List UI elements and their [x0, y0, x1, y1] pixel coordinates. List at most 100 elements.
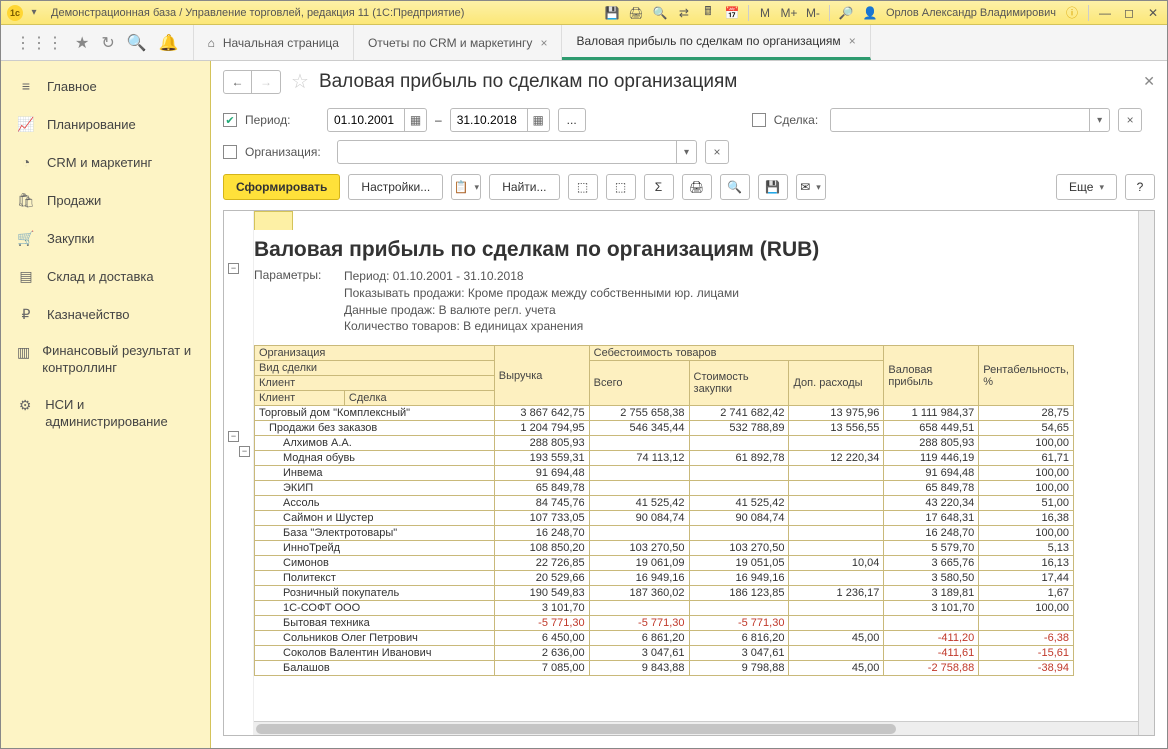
- table-row[interactable]: Торговый дом "Комплексный"3 867 642,752 …: [255, 406, 1074, 421]
- table-row[interactable]: Алхимов А.А.288 805,93288 805,93100,00: [255, 436, 1074, 451]
- tab-home[interactable]: ⌂ Начальная страница: [194, 25, 354, 60]
- find-button[interactable]: Найти...: [489, 174, 559, 200]
- memory-mplus-icon[interactable]: M+: [781, 5, 797, 21]
- page-close-icon[interactable]: ✕: [1143, 73, 1155, 90]
- deal-input[interactable]: [831, 113, 1089, 127]
- table-row[interactable]: Инвема91 694,4891 694,48100,00: [255, 466, 1074, 481]
- tab-gross-profit[interactable]: Валовая прибыль по сделкам по организаци…: [562, 25, 870, 60]
- vertical-scrollbar[interactable]: [1138, 211, 1154, 735]
- table-row[interactable]: База "Электротовары"16 248,7016 248,7010…: [255, 526, 1074, 541]
- close-window-icon[interactable]: ✕: [1145, 5, 1161, 21]
- sidebar-item[interactable]: ₽Казначейство: [1, 295, 210, 333]
- expand-button[interactable]: ⬚: [568, 174, 598, 200]
- favorite-star-icon[interactable]: ☆: [291, 69, 309, 94]
- org-input[interactable]: [338, 145, 676, 159]
- print-icon[interactable]: 🖨: [628, 5, 644, 21]
- period-checkbox[interactable]: ✔: [223, 113, 237, 127]
- nav-forward-button[interactable]: →: [252, 71, 280, 93]
- collapse-node-icon[interactable]: −: [228, 431, 239, 442]
- close-icon[interactable]: ×: [849, 34, 856, 48]
- scrollbar-thumb[interactable]: [256, 724, 896, 734]
- search-icon[interactable]: 🔍: [127, 33, 147, 53]
- table-row[interactable]: Сольников Олег Петрович6 450,006 861,206…: [255, 631, 1074, 646]
- close-icon[interactable]: ×: [540, 36, 547, 50]
- calendar-icon[interactable]: ▦: [527, 109, 549, 131]
- calculator-icon[interactable]: 🖩: [700, 5, 716, 21]
- favorites-star-icon[interactable]: ★: [75, 33, 89, 53]
- chevron-down-icon[interactable]: ▾: [676, 141, 696, 163]
- info-icon[interactable]: ⓘ: [1064, 5, 1080, 21]
- more-button[interactable]: Еще▾: [1056, 174, 1117, 200]
- sidebar-item[interactable]: 📈Планирование: [1, 105, 210, 143]
- generate-button[interactable]: Сформировать: [223, 174, 340, 200]
- collapse-node-icon[interactable]: −: [228, 263, 239, 274]
- table-row[interactable]: Бытовая техника-5 771,30-5 771,30-5 771,…: [255, 616, 1074, 631]
- save-report-button[interactable]: 💾: [758, 174, 788, 200]
- org-clear-button[interactable]: ×: [705, 140, 729, 164]
- table-row[interactable]: Ассоль84 745,7641 525,4241 525,4243 220,…: [255, 496, 1074, 511]
- date-from-input[interactable]: [328, 113, 404, 127]
- collapse-node-icon[interactable]: −: [239, 446, 250, 457]
- deal-field[interactable]: ▾: [830, 108, 1110, 132]
- sidebar-item[interactable]: 🛒Закупки: [1, 219, 210, 257]
- table-row[interactable]: ИнноТрейд108 850,20103 270,50103 270,505…: [255, 541, 1074, 556]
- tab-crm-reports[interactable]: Отчеты по CRM и маркетингу ×: [354, 25, 563, 60]
- table-row[interactable]: Симонов22 726,8519 061,0919 051,0510,043…: [255, 556, 1074, 571]
- calendar-icon[interactable]: ▦: [404, 109, 426, 131]
- sidebar-item[interactable]: ▤Склад и доставка: [1, 257, 210, 295]
- current-user[interactable]: Орлов Александр Владимирович: [886, 7, 1056, 19]
- org-field[interactable]: ▾: [337, 140, 697, 164]
- chevron-down-icon[interactable]: ▾: [1089, 109, 1109, 131]
- report-sheet-tab[interactable]: [254, 211, 293, 230]
- cell-gross: 43 220,34: [884, 496, 979, 511]
- deal-checkbox[interactable]: ✔: [752, 113, 766, 127]
- table-row[interactable]: Продажи без заказов1 204 794,95546 345,4…: [255, 421, 1074, 436]
- table-row[interactable]: Розничный покупатель190 549,83187 360,02…: [255, 586, 1074, 601]
- date-to-input[interactable]: [451, 113, 527, 127]
- preview-button[interactable]: 🔍: [720, 174, 750, 200]
- sidebar-item[interactable]: ⚙НСИ и администрирование: [1, 387, 210, 441]
- table-row[interactable]: Саймон и Шустер107 733,0590 084,7490 084…: [255, 511, 1074, 526]
- compare-icon[interactable]: ⇄: [676, 5, 692, 21]
- table-row[interactable]: Политекст20 529,6616 949,1616 949,163 58…: [255, 571, 1074, 586]
- app-menu-dropdown-icon[interactable]: ▾: [27, 6, 41, 20]
- table-row[interactable]: ЭКИП65 849,7865 849,78100,00: [255, 481, 1074, 496]
- sidebar-label: Казначейство: [47, 307, 129, 322]
- period-picker-button[interactable]: ...: [558, 108, 586, 132]
- email-button[interactable]: ✉▾: [796, 174, 826, 200]
- settings-button[interactable]: Настройки...: [348, 174, 443, 200]
- sidebar-item[interactable]: ▥Финансовый результат и контроллинг: [1, 333, 210, 387]
- history-icon[interactable]: ↻: [101, 33, 114, 53]
- cell-gross: 288 805,93: [884, 436, 979, 451]
- variants-button[interactable]: 📋▾: [451, 174, 481, 200]
- memory-mminus-icon[interactable]: M-: [805, 5, 821, 21]
- calendar-icon[interactable]: 📅: [724, 5, 740, 21]
- notifications-icon[interactable]: 🔔: [159, 33, 179, 53]
- table-row[interactable]: Балашов7 085,009 843,889 798,8845,00-2 7…: [255, 661, 1074, 676]
- sidebar-item[interactable]: ◔CRM и маркетинг: [1, 143, 210, 181]
- period-label: Период:: [245, 113, 315, 127]
- sum-button[interactable]: Σ: [644, 174, 674, 200]
- horizontal-scrollbar[interactable]: [254, 721, 1138, 735]
- sidebar-item[interactable]: 🛍Продажи: [1, 181, 210, 219]
- print-button[interactable]: 🖨: [682, 174, 712, 200]
- memory-m-icon[interactable]: M: [757, 5, 773, 21]
- minimize-icon[interactable]: —: [1097, 5, 1113, 21]
- date-to-field[interactable]: ▦: [450, 108, 550, 132]
- preview-icon[interactable]: 🔍: [652, 5, 668, 21]
- collapse-button[interactable]: ⬚: [606, 174, 636, 200]
- table-row[interactable]: Соколов Валентин Иванович2 636,003 047,6…: [255, 646, 1074, 661]
- apps-grid-icon[interactable]: ⋮⋮⋮: [15, 33, 63, 53]
- deal-clear-button[interactable]: ×: [1118, 108, 1142, 132]
- table-row[interactable]: 1С-СОФТ ООО3 101,703 101,70100,00: [255, 601, 1074, 616]
- zoom-icon[interactable]: 🔎: [838, 5, 854, 21]
- table-row[interactable]: Модная обувь193 559,3174 113,1261 892,78…: [255, 451, 1074, 466]
- save-icon[interactable]: 💾: [604, 5, 620, 21]
- maximize-icon[interactable]: ◻: [1121, 5, 1137, 21]
- sidebar-item[interactable]: ≡Главное: [1, 67, 210, 105]
- help-button[interactable]: ?: [1125, 174, 1155, 200]
- org-checkbox[interactable]: ✔: [223, 145, 237, 159]
- cell-margin: 51,00: [979, 496, 1074, 511]
- date-from-field[interactable]: ▦: [327, 108, 427, 132]
- nav-back-button[interactable]: ←: [224, 71, 252, 93]
